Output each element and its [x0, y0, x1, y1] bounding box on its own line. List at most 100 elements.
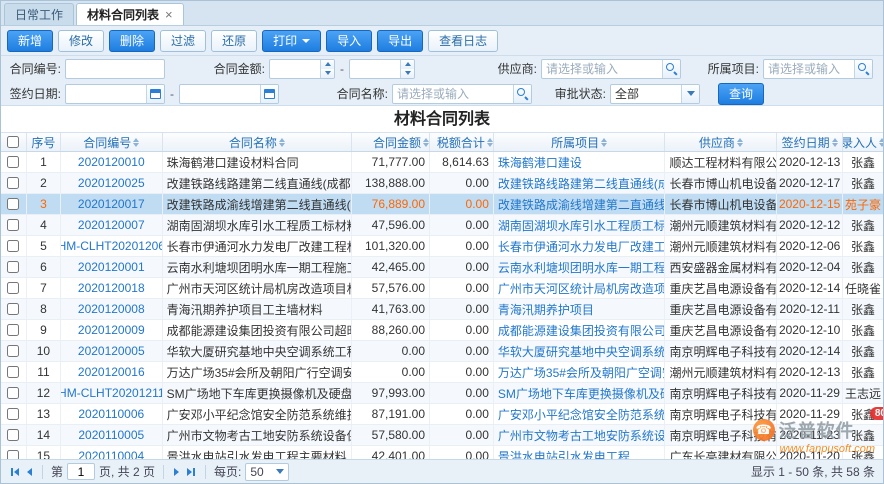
- cell-contract-code-link[interactable]: 2020120007: [61, 215, 163, 235]
- row-checkbox[interactable]: [7, 303, 19, 315]
- cell-project-link[interactable]: 湖南固湖坝水库引水工程质工标: [494, 215, 666, 235]
- contract-name-search-trigger[interactable]: [513, 85, 531, 103]
- cell-project-link[interactable]: 云南水利塘坝团明水库一期工程施工标: [494, 257, 666, 277]
- row-checkbox[interactable]: [7, 324, 19, 336]
- toolbar-button-restore[interactable]: 还原: [211, 30, 257, 52]
- toolbar-button-export[interactable]: 导出: [377, 30, 423, 52]
- last-page-button[interactable]: [185, 465, 197, 479]
- contract-name-input[interactable]: [393, 85, 513, 103]
- close-tab-icon[interactable]: ×: [165, 8, 173, 21]
- spinner-down-icon[interactable]: [321, 69, 334, 78]
- cell-contract-code-link[interactable]: 2020120018: [61, 278, 163, 298]
- table-row[interactable]: 10 2020120005 华软大厦研究基地中央空调系统工程材料合同 0.00 …: [1, 341, 883, 362]
- sign-date-to-trigger[interactable]: [260, 85, 278, 103]
- cell-project-link[interactable]: 成都能源建设集团投资有限公司...: [494, 320, 666, 340]
- first-page-button[interactable]: [9, 465, 21, 479]
- amount-max-input[interactable]: [350, 60, 400, 78]
- row-checkbox[interactable]: [7, 261, 19, 273]
- column-header-date[interactable]: 签约日期: [777, 133, 843, 151]
- tab-daily-work[interactable]: 日常工作: [4, 3, 74, 25]
- table-row[interactable]: 5 HM-CLHT20201206 长春市伊通河水力发电厂改建工程材料合同 10…: [1, 236, 883, 257]
- toolbar-button-edit[interactable]: 修改: [58, 30, 104, 52]
- spinner-up-icon[interactable]: [321, 60, 334, 69]
- row-checkbox[interactable]: [7, 429, 19, 441]
- toolbar-button-import[interactable]: 导入: [326, 30, 372, 52]
- supplier-search-trigger[interactable]: [662, 60, 680, 78]
- spinner-up-icon[interactable]: [401, 60, 414, 69]
- sign-date-from-trigger[interactable]: [146, 85, 164, 103]
- row-checkbox[interactable]: [7, 198, 19, 210]
- table-row[interactable]: 1 2020120010 珠海鹤港口建设材料合同 71,777.00 8,614…: [1, 152, 883, 173]
- cell-contract-code-link[interactable]: HM-CLHT20201211: [61, 383, 163, 403]
- per-page-select[interactable]: 50: [245, 463, 289, 481]
- row-checkbox[interactable]: [7, 156, 19, 168]
- cell-project-link[interactable]: 改建铁路成渝线增建第二直通线(成...: [494, 194, 666, 214]
- column-header-name[interactable]: 合同名称: [163, 133, 353, 151]
- cell-contract-code-link[interactable]: 2020120025: [61, 173, 163, 193]
- cell-contract-code-link[interactable]: 2020120016: [61, 362, 163, 382]
- cell-contract-code-link[interactable]: 2020120010: [61, 152, 163, 172]
- approval-status-select[interactable]: [610, 84, 700, 104]
- amount-min-input[interactable]: [270, 60, 320, 78]
- approval-status-caret-trigger[interactable]: [681, 85, 699, 103]
- prev-page-button[interactable]: [25, 465, 34, 479]
- contract-no-input[interactable]: [65, 59, 165, 79]
- cell-contract-code-link[interactable]: 2020120001: [61, 257, 163, 277]
- cell-contract-code-link[interactable]: 2020120009: [61, 320, 163, 340]
- column-header-project[interactable]: 所属项目: [494, 133, 666, 151]
- column-header-amount[interactable]: 合同金额: [352, 133, 430, 151]
- row-checkbox[interactable]: [7, 219, 19, 231]
- project-search-trigger[interactable]: [854, 60, 872, 78]
- toolbar-button-filter[interactable]: 过滤: [160, 30, 206, 52]
- page-number-input[interactable]: [67, 463, 95, 480]
- row-checkbox[interactable]: [7, 408, 19, 420]
- spinner-down-icon[interactable]: [401, 69, 414, 78]
- cell-project-link[interactable]: 改建铁路线路建第二线直通线(成都...: [494, 173, 666, 193]
- cell-contract-code-link[interactable]: 2020110005: [61, 425, 163, 445]
- cell-contract-code-link[interactable]: HM-CLHT20201206: [61, 236, 163, 256]
- cell-project-link[interactable]: 华软大厦研究基地中央空调系统工程: [494, 341, 666, 361]
- search-button[interactable]: 查询: [718, 83, 764, 105]
- table-row[interactable]: 9 2020120009 成都能源建设集团投资有限公司超时办公楼... 88,2…: [1, 320, 883, 341]
- table-row[interactable]: 11 2020120016 万达广场35#会所及朝阳广行空调安装工程材料... …: [1, 362, 883, 383]
- table-row[interactable]: 4 2020120007 湖南固湖坝水库引水工程质工标材料合同 47,596.0…: [1, 215, 883, 236]
- table-row[interactable]: 14 2020110005 广州市文物考古工地安防系统设备保修材料合同 57,5…: [1, 425, 883, 446]
- table-row[interactable]: 7 2020120018 广州市天河区统计局机房改造项目材料合同 57,576.…: [1, 278, 883, 299]
- select-all-checkbox[interactable]: [7, 136, 19, 148]
- cell-project-link[interactable]: 广安邓小平纪念馆安全防范系统维护保养: [494, 404, 666, 424]
- cell-contract-code-link[interactable]: 2020120005: [61, 341, 163, 361]
- table-row[interactable]: 2 2020120025 改建铁路线路建第二线直通线(成都-西安)电... 13…: [1, 173, 883, 194]
- column-header-by[interactable]: 录入人: [843, 133, 883, 151]
- cell-project-link[interactable]: 广州市文物考古工地安防系统设备保修: [494, 425, 666, 445]
- table-row[interactable]: 12 HM-CLHT20201211 SM广场地下车库更换摄像机及硬盘项目主要.…: [1, 383, 883, 404]
- next-page-button[interactable]: [172, 465, 181, 479]
- cell-project-link[interactable]: 广州市天河区统计局机房改造项目: [494, 278, 666, 298]
- row-checkbox[interactable]: [7, 366, 19, 378]
- row-checkbox[interactable]: [7, 387, 19, 399]
- row-checkbox[interactable]: [7, 450, 19, 459]
- toolbar-button-add[interactable]: 新增: [7, 30, 53, 52]
- toolbar-button-view-log[interactable]: 查看日志: [428, 30, 498, 52]
- column-header-supplier[interactable]: 供应商: [665, 133, 777, 151]
- cell-project-link[interactable]: 长春市伊通河水力发电厂改建工程: [494, 236, 666, 256]
- supplier-input[interactable]: [542, 60, 662, 78]
- row-checkbox[interactable]: [7, 177, 19, 189]
- tab-material-contract-list[interactable]: 材料合同列表 ×: [76, 3, 184, 25]
- cell-contract-code-link[interactable]: 2020120008: [61, 299, 163, 319]
- table-row[interactable]: 6 2020120001 云南水利塘坝团明水库一期工程施工标材料合同 42,46…: [1, 257, 883, 278]
- row-checkbox[interactable]: [7, 345, 19, 357]
- column-header-code[interactable]: 合同编号: [61, 133, 163, 151]
- cell-project-link[interactable]: 青海汛期养护项目: [494, 299, 666, 319]
- table-row[interactable]: 3 2020120017 改建铁路成渝线增建第二线直通线(成渝段)采... 76…: [1, 194, 883, 215]
- project-input[interactable]: [764, 60, 854, 78]
- table-row[interactable]: 13 2020110006 广安邓小平纪念馆安全防范系统维护保养项目... 87…: [1, 404, 883, 425]
- cell-contract-code-link[interactable]: 2020120017: [61, 194, 163, 214]
- toolbar-button-delete[interactable]: 删除: [109, 30, 155, 52]
- row-checkbox[interactable]: [7, 240, 19, 252]
- cell-project-link[interactable]: 珠海鹤港口建设: [494, 152, 666, 172]
- column-header-tax[interactable]: 税额合计: [430, 133, 494, 151]
- row-checkbox[interactable]: [7, 282, 19, 294]
- cell-contract-code-link[interactable]: 2020110004: [61, 446, 163, 459]
- cell-project-link[interactable]: 景洪水电站引水发电工程: [494, 446, 666, 459]
- table-row[interactable]: 8 2020120008 青海汛期养护项目工主墙材料 41,763.00 0.0…: [1, 299, 883, 320]
